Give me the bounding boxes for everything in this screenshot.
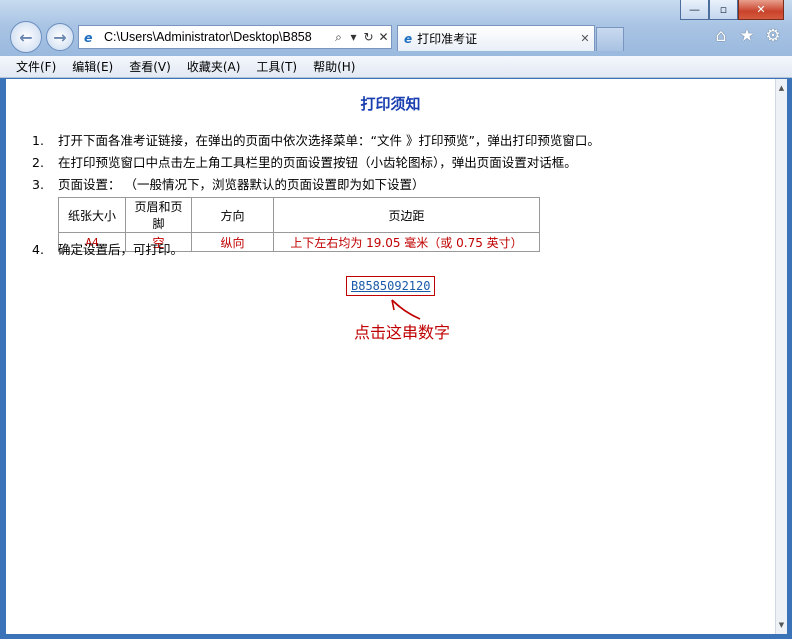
step-number: 3. xyxy=(32,177,44,192)
star-icon[interactable]: ★ xyxy=(738,27,756,45)
table-header-row: 纸张大小 页眉和页脚 方向 页边距 xyxy=(58,197,540,233)
page-title: 打印须知 xyxy=(360,95,421,113)
menu-help[interactable]: 帮助(H) xyxy=(305,58,363,75)
menu-favorites[interactable]: 收藏夹(A) xyxy=(179,58,249,75)
search-icon[interactable]: ⌕ xyxy=(331,30,346,45)
back-arrow-icon: ← xyxy=(19,27,33,47)
gear-icon[interactable]: ⚙ xyxy=(764,27,782,45)
admission-ticket-link[interactable]: B8585092120 xyxy=(351,279,430,293)
header-paper-size: 纸张大小 xyxy=(58,197,126,233)
address-bar[interactable]: e C:\Users\Administrator\Desktop\B858 ⌕ … xyxy=(78,25,392,49)
minimize-button[interactable]: — xyxy=(680,0,709,20)
dropdown-icon[interactable]: ▾ xyxy=(346,30,361,44)
ie-page-icon: e xyxy=(84,29,93,45)
step-text: 在打印预览窗口中点击左上角工具栏里的页面设置按钮（小齿轮图标），弹出页面设置对话… xyxy=(58,155,577,170)
forward-button[interactable]: → xyxy=(46,23,74,51)
step-number: 1. xyxy=(32,133,44,148)
menu-file[interactable]: 文件(F) xyxy=(8,58,64,75)
window-frame-bottom xyxy=(0,634,792,639)
window-controls: — ▫ ✕ xyxy=(680,0,784,20)
header-margins: 页边距 xyxy=(273,197,540,233)
menu-tools[interactable]: 工具(T) xyxy=(248,58,305,75)
header-orientation: 方向 xyxy=(191,197,274,233)
step-text: 打开下面各准考证链接，在弹出的页面中依次选择菜单：“文件 》打印预览”，弹出打印… xyxy=(58,133,600,148)
address-input[interactable]: C:\Users\Administrator\Desktop\B858 xyxy=(104,30,331,44)
list-item: 2. 在打印预览窗口中点击左上角工具栏里的页面设置按钮（小齿轮图标），弹出页面设置… xyxy=(32,154,600,176)
vertical-scrollbar[interactable]: ▲ ▼ xyxy=(775,79,787,634)
scroll-down-icon[interactable]: ▼ xyxy=(776,618,787,632)
tab-label: 打印准考证 xyxy=(417,32,478,46)
title-bar: — ▫ ✕ ← → e C:\Users\Administrator\Deskt… xyxy=(0,0,792,56)
header-header-footer: 页眉和页脚 xyxy=(125,197,192,233)
value-orientation: 纵向 xyxy=(191,232,274,252)
menu-edit[interactable]: 编辑(E) xyxy=(64,58,121,75)
list-item: 1. 打开下面各准考证链接，在弹出的页面中依次选择菜单：“文件 》打印预览”，弹出… xyxy=(32,132,600,154)
new-tab-button[interactable] xyxy=(596,27,624,51)
maximize-button[interactable]: ▫ xyxy=(709,0,738,20)
click-hint-text: 点击这串数字 xyxy=(354,323,451,342)
step-number: 4. xyxy=(32,242,44,257)
pointer-arrow-icon xyxy=(391,299,421,320)
page-viewport: 打印须知 1. 打开下面各准考证链接，在弹出的页面中依次选择菜单：“文件 》打印预… xyxy=(6,79,775,634)
menu-bar: 文件(F) 编辑(E) 查看(V) 收藏夹(A) 工具(T) 帮助(H) xyxy=(0,56,792,78)
step-number: 2. xyxy=(32,155,44,170)
step-text: 确定设置后，可打印。 xyxy=(58,242,184,257)
instruction-list: 1. 打开下面各准考证链接，在弹出的页面中依次选择菜单：“文件 》打印预览”，弹出… xyxy=(32,132,600,198)
back-button[interactable]: ← xyxy=(10,21,42,53)
scroll-up-icon[interactable]: ▲ xyxy=(776,81,787,95)
refresh-icon[interactable]: ↻ xyxy=(361,30,376,44)
tab-print-admission[interactable]: e 打印准考证 ✕ xyxy=(397,25,595,51)
ie-tab-icon: e xyxy=(404,31,413,46)
list-item: 3. 页面设置： （一般情况下，浏览器默认的页面设置即为如下设置） xyxy=(32,176,600,198)
close-window-button[interactable]: ✕ xyxy=(738,0,784,20)
forward-arrow-icon: → xyxy=(53,27,67,47)
stop-icon[interactable]: ✕ xyxy=(376,30,391,44)
value-margins: 上下左右均为 19.05 毫米（或 0.75 英寸） xyxy=(273,232,540,252)
home-icon[interactable]: ⌂ xyxy=(712,27,730,45)
tab-close-icon[interactable]: ✕ xyxy=(576,32,594,45)
menu-view[interactable]: 查看(V) xyxy=(121,58,179,75)
step-text: 页面设置： （一般情况下，浏览器默认的页面设置即为如下设置） xyxy=(58,177,425,192)
list-item: 4. 确定设置后，可打印。 xyxy=(32,241,183,263)
admission-link-highlight: B8585092120 xyxy=(346,276,436,296)
browser-toolbar: ⌂ ★ ⚙ xyxy=(712,27,782,45)
